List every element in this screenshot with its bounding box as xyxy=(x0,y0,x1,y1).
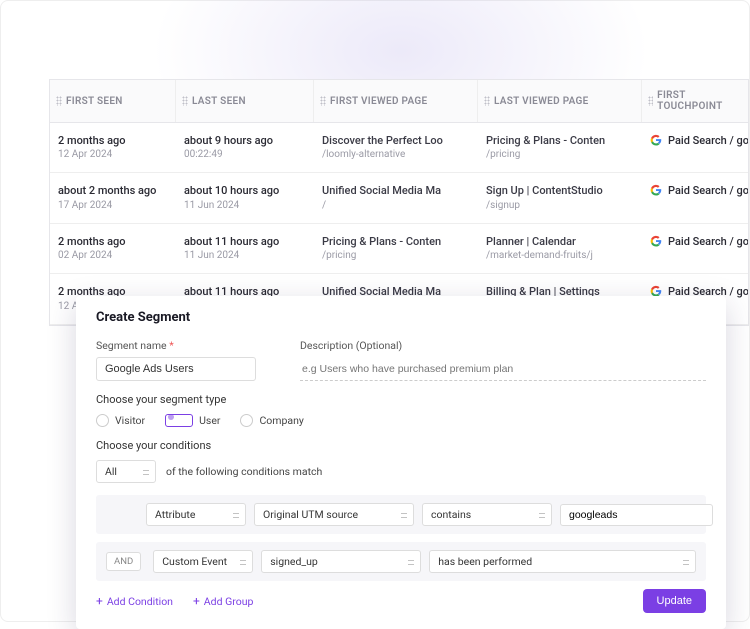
radio-visitor[interactable]: Visitor xyxy=(96,414,145,427)
col-label: LAST SEEN xyxy=(192,96,246,107)
drag-grip-icon xyxy=(56,96,62,106)
segment-name-input[interactable] xyxy=(96,357,256,381)
segment-name-label: Segment name * xyxy=(96,339,276,352)
col-first-seen[interactable]: FIRST SEEN xyxy=(50,80,176,122)
modal-title: Create Segment xyxy=(96,310,706,325)
cond1-operator-select[interactable]: contains xyxy=(422,503,552,526)
drag-grip-icon xyxy=(320,96,326,106)
choose-type-label: Choose your segment type xyxy=(96,393,706,406)
google-icon xyxy=(650,134,662,146)
google-icon xyxy=(650,184,662,196)
cond1-value-input[interactable] xyxy=(560,504,713,526)
cell-last-page: Planner | Calendar/market-demand-fruits/… xyxy=(478,234,642,263)
google-icon xyxy=(650,235,662,247)
cell-first-page: Discover the Perfect Loo/loomly-alternat… xyxy=(314,133,478,162)
cell-last-seen: about 9 hours ago00:22:49 xyxy=(176,133,314,162)
radio-label: Visitor xyxy=(115,414,145,427)
col-label: FIRST TOUCHPOINT xyxy=(657,90,740,112)
update-button[interactable]: Update xyxy=(643,589,706,613)
table-row[interactable]: 2 months ago12 Apr 2024about 9 hours ago… xyxy=(50,123,748,173)
col-first-touchpoint[interactable]: FIRST TOUCHPOINT xyxy=(642,80,748,122)
users-table: FIRST SEEN LAST SEEN FIRST VIEWED PAGE L… xyxy=(49,79,749,326)
radio-icon xyxy=(240,414,253,427)
plus-icon: + xyxy=(193,594,200,608)
description-input[interactable] xyxy=(300,358,706,381)
add-condition-button[interactable]: +Add Condition xyxy=(96,594,173,608)
cell-touchpoint: Paid Search / google xyxy=(642,183,748,212)
cond2-event-select[interactable]: signed_up xyxy=(261,550,421,573)
add-group-button[interactable]: +Add Group xyxy=(193,594,253,608)
table-body: 2 months ago12 Apr 2024about 9 hours ago… xyxy=(50,123,748,325)
and-operator-pill[interactable]: AND xyxy=(106,552,141,571)
radio-company[interactable]: Company xyxy=(240,414,303,427)
condition-row-2: AND Custom Event signed_up has been perf… xyxy=(96,542,706,581)
cell-last-seen: about 11 hours ago11 Jun 2024 xyxy=(176,234,314,263)
cell-first-page: Pricing & Plans - Conten/pricing xyxy=(314,234,478,263)
cell-first-seen: 2 months ago02 Apr 2024 xyxy=(50,234,176,263)
radio-label: User xyxy=(199,414,220,427)
cell-last-seen: about 10 hours ago11 Jun 2024 xyxy=(176,183,314,212)
table-row[interactable]: 2 months ago02 Apr 2024about 11 hours ag… xyxy=(50,224,748,274)
cell-first-page: Unified Social Media Ma/ xyxy=(314,183,478,212)
table-row[interactable]: about 2 months ago17 Apr 2024about 10 ho… xyxy=(50,173,748,223)
radio-icon xyxy=(165,414,193,427)
table-header-row: FIRST SEEN LAST SEEN FIRST VIEWED PAGE L… xyxy=(50,80,748,123)
drag-grip-icon xyxy=(182,96,188,106)
condition-row-1: Attribute Original UTM source contains xyxy=(96,495,706,534)
col-last-seen[interactable]: LAST SEEN xyxy=(176,80,314,122)
match-text: of the following conditions match xyxy=(166,465,322,478)
radio-user[interactable]: User xyxy=(165,414,220,427)
cell-touchpoint: Paid Search / google xyxy=(642,234,748,263)
cond2-operator-select[interactable]: has been performed xyxy=(429,550,696,573)
choose-conditions-label: Choose your conditions xyxy=(96,439,706,452)
drag-grip-icon xyxy=(648,96,653,106)
radio-icon xyxy=(96,414,109,427)
cell-last-page: Pricing & Plans - Conten/pricing xyxy=(478,133,642,162)
col-last-viewed-page[interactable]: LAST VIEWED PAGE xyxy=(478,80,642,122)
col-label: FIRST SEEN xyxy=(66,96,123,107)
cond1-type-select[interactable]: Attribute xyxy=(146,503,246,526)
create-segment-modal: Create Segment Segment name * Descriptio… xyxy=(76,296,726,629)
cell-touchpoint: Paid Search / google xyxy=(642,133,748,162)
cell-last-page: Sign Up | ContentStudio/signup xyxy=(478,183,642,212)
col-first-viewed-page[interactable]: FIRST VIEWED PAGE xyxy=(314,80,478,122)
cell-first-seen: 2 months ago12 Apr 2024 xyxy=(50,133,176,162)
description-label: Description (Optional) xyxy=(300,339,706,352)
radio-label: Company xyxy=(259,414,303,427)
plus-icon: + xyxy=(96,594,103,608)
col-label: FIRST VIEWED PAGE xyxy=(330,96,427,107)
cond1-attribute-select[interactable]: Original UTM source xyxy=(254,503,414,526)
cell-first-seen: about 2 months ago17 Apr 2024 xyxy=(50,183,176,212)
match-mode-select[interactable]: All xyxy=(96,460,156,483)
drag-grip-icon xyxy=(484,96,490,106)
cond2-type-select[interactable]: Custom Event xyxy=(153,550,253,573)
col-label: LAST VIEWED PAGE xyxy=(494,96,589,107)
